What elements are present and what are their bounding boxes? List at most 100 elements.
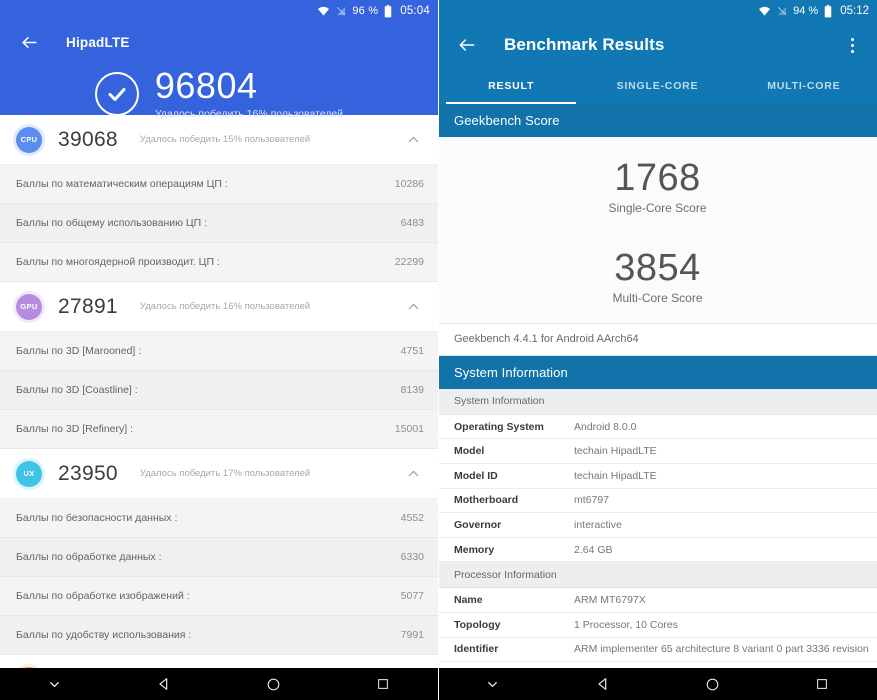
detail-label: Баллы по обработке данных : <box>16 551 162 563</box>
sim-signal-icon <box>777 5 787 17</box>
detail-value: 6483 <box>400 217 424 229</box>
section-header-gpu[interactable]: GPU 27891 Удалось победить 16% пользовател… <box>0 282 438 332</box>
section-score-note: Удалось победить 16% пользователей <box>139 301 311 312</box>
recents-button[interactable] <box>329 677 439 691</box>
detail-value: 15001 <box>394 423 424 435</box>
benchmark-detail-row: Баллы по 3D [Refinery] : 15001 <box>0 410 438 449</box>
chevron-up-icon[interactable] <box>402 129 424 151</box>
benchmark-detail-row: Баллы по обработке изображений : 5077 <box>0 577 438 616</box>
home-button[interactable] <box>658 677 768 692</box>
android-navigation-bar-right <box>438 668 877 700</box>
benchmark-detail-row: Баллы по 3D [Marooned] : 4751 <box>0 332 438 371</box>
info-value: 2.64 GB <box>574 543 613 556</box>
system-information-table: Operating System Android 8.0.0 Model techai… <box>438 414 877 563</box>
panel-divider <box>438 0 439 700</box>
detail-label: Баллы по 3D [Refinery] : <box>16 423 133 435</box>
hide-keyboard-button[interactable] <box>0 677 110 692</box>
detail-value: 7991 <box>400 629 424 641</box>
detail-value: 4751 <box>400 345 424 357</box>
geekbench-score-section-header: Geekbench Score <box>438 104 877 137</box>
chevron-up-icon[interactable] <box>402 463 424 485</box>
dual-screenshot-composite: 96 % 05:04 HipadLTE 96804 Удалось победи… <box>0 0 877 700</box>
recents-button[interactable] <box>767 677 877 691</box>
kebab-menu-icon[interactable] <box>841 32 863 58</box>
clock-label: 05:12 <box>840 5 869 17</box>
info-value: techain HipadLTE <box>574 469 657 482</box>
system-information-subheader: System Information <box>438 388 877 415</box>
detail-label: Баллы по 3D [Marooned] : <box>16 345 142 357</box>
single-core-score-value: 1768 <box>614 157 701 199</box>
check-circle-icon <box>94 72 139 116</box>
info-key: Model <box>454 445 485 458</box>
benchmark-detail-row: Баллы по математическим операциям ЦП : 10… <box>0 165 438 204</box>
hide-keyboard-button[interactable] <box>438 677 548 692</box>
android-status-bar-right: 94 % 05:12 <box>438 0 877 22</box>
sim-signal-icon <box>336 5 346 17</box>
section-header-cpu[interactable]: CPU 39068 Удалось победить 15% пользовател… <box>0 115 438 165</box>
tab-single-core[interactable]: SINGLE-CORE <box>584 68 730 104</box>
info-value: techain HipadLTE <box>574 445 657 458</box>
info-row: Memory 2.64 GB <box>438 537 877 563</box>
benchmark-detail-row: Баллы по удобству использования : 7991 <box>0 616 438 655</box>
info-key: Operating System <box>454 420 544 433</box>
info-key: Name <box>454 594 483 607</box>
geekbench-scores-block: 1768 Single-Core Score 3854 Multi-Core S… <box>438 137 877 324</box>
info-row: Identifier ARM implementer 65 architectur… <box>438 637 877 663</box>
geekbench-panel: 94 % 05:12 Benchmark Results RESULT SINGL… <box>438 0 877 700</box>
detail-label: Баллы по безопасности данных : <box>16 512 178 524</box>
info-value: ARM implementer 65 architecture 8 varian… <box>574 643 869 656</box>
detail-label: Баллы по многоядерной производит. ЦП : <box>16 256 220 268</box>
tab-result[interactable]: RESULT <box>438 68 584 104</box>
info-key: Governor <box>454 518 502 531</box>
page-title: HipadLTE <box>66 34 130 50</box>
benchmark-detail-row: Баллы по обработке данных : 6330 <box>0 538 438 577</box>
section-score-note: Удалось победить 15% пользователей <box>139 134 311 145</box>
benchmark-detail-row: Баллы по многоядерной производит. ЦП : 22… <box>0 243 438 282</box>
antutu-section-list: CPU 39068 Удалось победить 15% пользовател… <box>0 115 438 700</box>
info-row: Governor interactive <box>438 513 877 538</box>
cpu-badge-icon: CPU <box>16 126 42 153</box>
info-row: Name ARM MT6797X <box>438 588 877 613</box>
detail-label: Баллы по удобству использования : <box>16 629 192 641</box>
wifi-icon <box>758 6 771 17</box>
info-row: Motherboard mt6797 <box>438 488 877 514</box>
info-key: Model ID <box>454 469 498 482</box>
android-navigation-bar-left <box>0 668 438 700</box>
detail-value: 8139 <box>400 384 424 396</box>
wifi-icon <box>317 6 330 17</box>
back-arrow-icon[interactable] <box>456 34 478 56</box>
section-score-value: 39068 <box>58 127 118 151</box>
info-key: Motherboard <box>454 494 519 507</box>
benchmark-detail-row: Баллы по 3D [Coastline] : 8139 <box>0 371 438 410</box>
detail-label: Баллы по математическим операциям ЦП : <box>16 178 228 190</box>
total-score-hero: 96804 Удалось победить 16% пользователей <box>0 62 438 120</box>
antutu-hero-header: 96 % 05:04 HipadLTE 96804 Удалось победи… <box>0 0 438 120</box>
back-button[interactable] <box>548 676 658 692</box>
geekbench-version-label: Geekbench 4.4.1 for Android AArch64 <box>438 323 877 356</box>
section-header-ux[interactable]: UX 23950 Удалось победить 17% пользователе… <box>0 449 438 499</box>
detail-value: 10286 <box>394 178 424 190</box>
detail-value: 6330 <box>400 551 424 563</box>
single-core-score-label: Single-Core Score <box>608 200 707 215</box>
multi-core-score-value: 3854 <box>614 246 701 289</box>
back-button[interactable] <box>110 676 220 692</box>
total-score-subtitle: Удалось победить 16% пользователей <box>154 108 344 120</box>
page-title: Benchmark Results <box>504 35 665 54</box>
detail-value: 22299 <box>394 256 424 268</box>
antutu-panel: 96 % 05:04 HipadLTE 96804 Удалось победи… <box>0 0 438 700</box>
tab-multi-core[interactable]: MULTI-CORE <box>731 68 877 104</box>
info-value: Android 8.0.0 <box>574 420 637 433</box>
info-value: interactive <box>574 518 622 531</box>
detail-value: 4552 <box>400 512 424 524</box>
chevron-up-icon[interactable] <box>402 296 424 318</box>
info-key: Topology <box>454 618 501 631</box>
home-button[interactable] <box>219 677 329 692</box>
info-row: Operating System Android 8.0.0 <box>438 414 877 440</box>
multi-core-score-label: Multi-Core Score <box>612 290 703 305</box>
section-score-note: Удалось победить 17% пользователей <box>139 468 311 479</box>
benchmark-detail-row: Баллы по общему использованию ЦП : 6483 <box>0 204 438 243</box>
section-score-value: 27891 <box>58 294 118 318</box>
back-arrow-icon[interactable] <box>18 31 40 53</box>
info-key: Identifier <box>454 643 499 656</box>
info-row: Topology 1 Processor, 10 Cores <box>438 612 877 638</box>
